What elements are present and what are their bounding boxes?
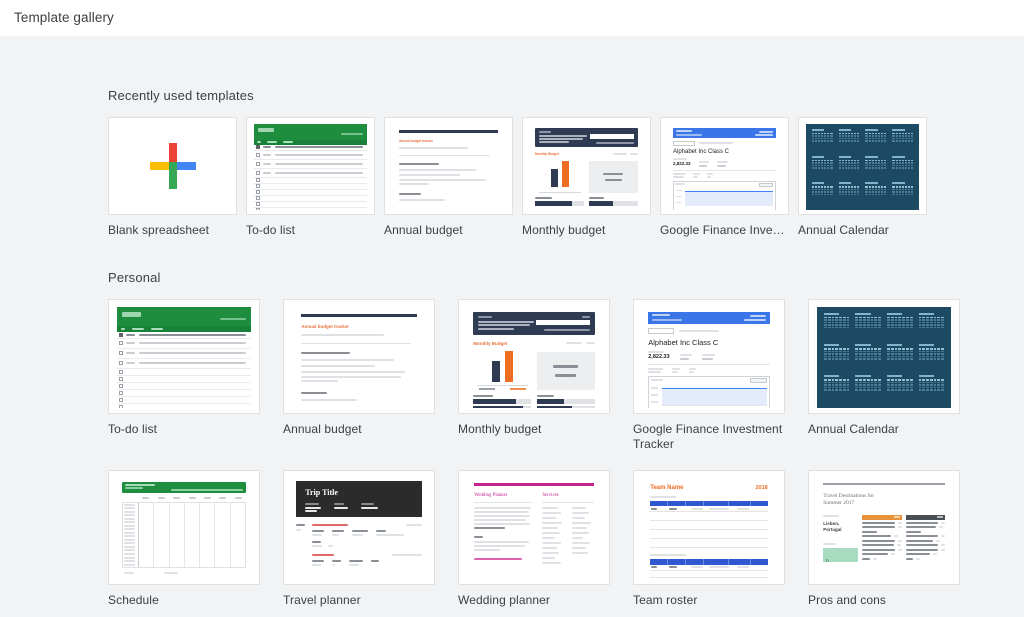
thumb-sheet: Team Name 2018	[642, 477, 776, 580]
thumb-subtitle: Services	[542, 492, 559, 498]
thumbnail-travel-planner[interactable]: Trip Title	[283, 470, 435, 585]
template-label: Blank spreadsheet	[108, 223, 210, 237]
template-card-pros-and-cons[interactable]: Travel Destinations for Summer 2017 Lisb…	[808, 470, 960, 608]
template-card-monthly-budget-personal[interactable]: Monthly Budget Monthly budget	[458, 299, 610, 452]
recent-templates-row: Blank spreadsheet To-do list Annual budg…	[108, 117, 927, 238]
plus-icon	[109, 118, 236, 214]
thumbnail-schedule[interactable]	[108, 470, 260, 585]
thumbnail-annual-budget[interactable]: Annual budget tracker	[384, 117, 513, 215]
section-heading-work: Work	[108, 608, 924, 617]
template-card-todo-list-personal[interactable]: To-do list	[108, 299, 260, 452]
thumb-place-line2: Portugal	[823, 527, 842, 533]
thumb-title: Monthly Budget	[534, 151, 560, 156]
thumb-price: 2,822.33	[672, 160, 691, 166]
thumbnail-annual-calendar[interactable]	[808, 299, 960, 414]
template-label: Annual Calendar	[808, 422, 899, 436]
thumbnail-google-finance[interactable]: Alphabet Inc Class C 2,822.33	[660, 117, 789, 215]
thumbnail-todo-list[interactable]	[246, 117, 375, 215]
template-card-travel-planner[interactable]: Trip Title Travel planner	[283, 470, 435, 608]
thumb-sheet: Monthly Budget	[467, 306, 601, 409]
thumbnail-google-finance[interactable]: Alphabet Inc Class C 2,822.33	[633, 299, 785, 414]
template-card-monthly-budget[interactable]: Monthly Budget Monthly budget	[522, 117, 651, 238]
thumb-sheet: Alphabet Inc Class C 2,822.33	[642, 306, 776, 409]
template-label: Monthly budget	[522, 223, 606, 237]
template-label: Annual budget	[384, 223, 463, 237]
thumb-title: Trip Title	[305, 487, 338, 497]
thumb-sheet: Trip Title	[292, 477, 426, 580]
thumb-title-line2: Summer 2017	[823, 500, 855, 507]
calendar-months-grid	[811, 128, 914, 205]
thumb-cell-value: Tl	[825, 557, 829, 563]
thumbnail-annual-budget[interactable]: Annual budget tracker	[283, 299, 435, 414]
template-card-annual-budget[interactable]: Annual budget tracker Annual budget	[384, 117, 513, 238]
template-card-team-roster[interactable]: Team Name 2018 Team roster	[633, 470, 785, 608]
thumb-title: Monthly Budget	[473, 340, 508, 346]
personal-templates-row-2: Schedule Trip Title Travel planner Weddi…	[108, 470, 960, 608]
thumb-sheet	[805, 123, 919, 211]
personal-templates-row-1: To-do list Annual budget tracker Annual …	[108, 299, 960, 452]
template-label: To-do list	[108, 422, 158, 436]
thumbnail-team-roster[interactable]: Team Name 2018	[633, 470, 785, 585]
calendar-months-grid	[823, 312, 945, 403]
thumb-sheet: Travel Destinations for Summer 2017 Lisb…	[817, 477, 951, 580]
template-label: Annual Calendar	[798, 223, 889, 237]
thumb-sheet: Annual budget tracker	[391, 123, 505, 211]
template-label: Travel planner	[283, 593, 361, 607]
thumbnail-annual-calendar[interactable]	[798, 117, 927, 215]
template-card-google-finance-personal[interactable]: Alphabet Inc Class C 2,822.33 Google Fin…	[633, 299, 785, 452]
thumb-sheet	[117, 306, 251, 409]
template-card-annual-budget-personal[interactable]: Annual budget tracker Annual budget	[283, 299, 435, 452]
template-label: Annual budget	[283, 422, 362, 436]
thumb-sheet	[253, 123, 367, 211]
thumbnail-monthly-budget[interactable]: Monthly Budget	[522, 117, 651, 215]
thumb-title: Alphabet Inc Class C	[648, 337, 719, 347]
template-label: Schedule	[108, 593, 159, 607]
thumb-title: Alphabet Inc Class C	[672, 148, 730, 155]
template-label: Pros and cons	[808, 593, 887, 607]
thumb-title: Team Name	[650, 484, 684, 491]
template-label: Wedding planner	[458, 593, 551, 607]
template-card-annual-calendar-personal[interactable]: Annual Calendar	[808, 299, 960, 452]
thumb-sheet: Monthly Budget	[529, 123, 643, 211]
template-card-todo-list[interactable]: To-do list	[246, 117, 375, 238]
template-label: Team roster	[633, 593, 698, 607]
template-label: Google Finance Investment Tracker	[633, 422, 783, 451]
template-card-wedding-planner[interactable]: Wedding Planner Services Wedding planner	[458, 470, 610, 608]
thumb-sheet	[117, 477, 251, 580]
app-topbar: Template gallery	[0, 0, 1024, 36]
thumbnail-blank-spreadsheet[interactable]	[108, 117, 237, 215]
template-label: Monthly budget	[458, 422, 542, 436]
template-label: Google Finance Invest…	[660, 223, 789, 237]
thumbnail-wedding-planner[interactable]: Wedding Planner Services	[458, 470, 610, 585]
template-gallery-scroll-area[interactable]: Recently used templates Blank spreadshee…	[0, 36, 1024, 617]
thumb-sheet: Wedding Planner Services	[467, 477, 601, 580]
page-title: Template gallery	[14, 10, 114, 25]
thumb-price: 2,822.33	[648, 354, 670, 361]
section-heading-personal: Personal	[108, 270, 161, 285]
template-card-annual-calendar[interactable]: Annual Calendar	[798, 117, 927, 238]
thumb-title: Annual budget tracker	[301, 324, 350, 330]
template-card-google-finance[interactable]: Alphabet Inc Class C 2,822.33 Google Fin…	[660, 117, 789, 238]
thumb-year: 2018	[755, 484, 768, 491]
thumb-title: Annual budget tracker	[398, 138, 433, 143]
template-label: To-do list	[246, 223, 296, 237]
thumbnail-monthly-budget[interactable]: Monthly Budget	[458, 299, 610, 414]
thumb-title-line1: Travel Destinations for	[823, 492, 875, 499]
thumb-title: Wedding Planner	[474, 492, 508, 498]
thumbnail-pros-and-cons[interactable]: Travel Destinations for Summer 2017 Lisb…	[808, 470, 960, 585]
thumb-sheet: Alphabet Inc Class C 2,822.33	[667, 123, 781, 211]
thumb-sheet	[817, 306, 951, 409]
thumbnail-todo-list[interactable]	[108, 299, 260, 414]
template-card-blank-spreadsheet[interactable]: Blank spreadsheet	[108, 117, 237, 238]
thumb-sheet: Annual budget tracker	[292, 306, 426, 409]
template-card-schedule[interactable]: Schedule	[108, 470, 260, 608]
section-heading-recent: Recently used templates	[108, 88, 254, 103]
